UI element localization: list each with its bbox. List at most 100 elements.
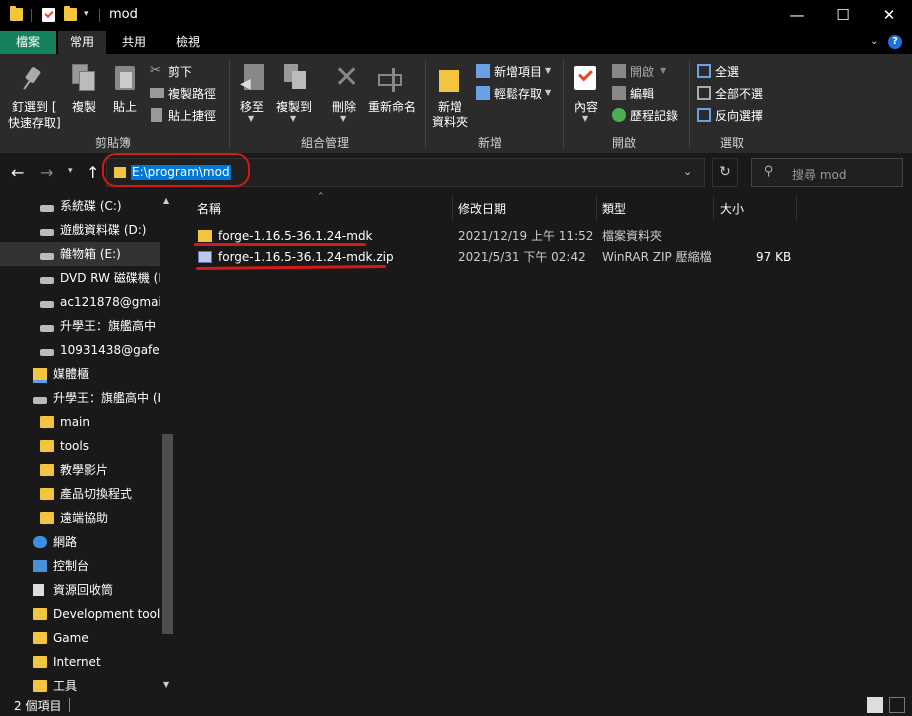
column-date[interactable]: 修改日期 [458, 200, 506, 217]
annotation-underline [194, 243, 366, 246]
sidebar-item-label: tools [60, 439, 89, 453]
tab-view[interactable]: 檢視 [164, 31, 212, 54]
chevron-down-icon: ▼ [290, 114, 297, 123]
recent-locations-icon[interactable]: ▾ [68, 166, 73, 176]
sidebar-item[interactable]: DVD RW 磁碟機 (F [0, 266, 160, 290]
ribbon-tabs: 檔案 常用 共用 檢視 ⌄ ? [0, 31, 912, 54]
sidebar-item[interactable]: Game [0, 626, 160, 650]
divider [563, 60, 564, 148]
divider [713, 196, 714, 220]
sidebar-item[interactable]: tools [0, 434, 160, 458]
easy-access-icon [476, 86, 490, 100]
scroll-up-icon[interactable]: ▲ [163, 196, 169, 205]
tab-file[interactable]: 檔案 [0, 31, 56, 54]
select-all-icon [697, 64, 711, 78]
scroll-down-icon[interactable]: ▼ [163, 680, 169, 689]
sidebar-item[interactable]: 資源回收筒 [0, 578, 160, 602]
sidebar-item-label: 工具 [53, 679, 78, 693]
sidebar-item-label: 10931438@gafe. [60, 343, 160, 357]
help-icon[interactable]: ? [888, 35, 902, 49]
invert-selection-icon [697, 108, 711, 122]
sidebar-item[interactable]: 遠端協助 [0, 506, 160, 530]
sidebar-item[interactable]: 控制台 [0, 554, 160, 578]
history-icon [612, 108, 626, 122]
folder-icon [33, 632, 47, 644]
sidebar-item[interactable]: 媒體櫃 [0, 362, 160, 386]
delete-icon: ✕ [334, 60, 360, 95]
chevron-down-icon: ▼ [660, 66, 667, 75]
minimize-button[interactable]: — [774, 0, 820, 31]
drive-icon [40, 325, 54, 332]
folder-icon [40, 512, 54, 524]
pin-icon [22, 66, 46, 94]
folder-icon [40, 488, 54, 500]
folder-icon [198, 230, 212, 242]
sidebar-item-label: 遠端協助 [60, 511, 109, 525]
paste-label: 貼上 [113, 100, 138, 114]
sidebar-item[interactable]: main [0, 410, 160, 434]
tab-home[interactable]: 常用 [58, 31, 106, 54]
details-view-icon[interactable] [867, 697, 883, 713]
column-name[interactable]: 名稱 [197, 200, 221, 217]
sidebar-item[interactable]: 工具 [0, 674, 160, 694]
sidebar-item[interactable]: 10931438@gafe. [0, 338, 160, 362]
forward-icon[interactable]: → [40, 163, 53, 182]
column-type[interactable]: 類型 [602, 200, 626, 217]
sidebar-item[interactable]: Internet [0, 650, 160, 674]
chevron-down-icon[interactable]: ⌄ [683, 165, 692, 178]
sidebar-item[interactable]: 升學王：旗艦高中 (I [0, 386, 160, 410]
sidebar-item-label: main [60, 415, 90, 429]
back-icon[interactable]: ← [11, 163, 24, 182]
sidebar-item[interactable]: 升學王：旗艦高中 [0, 314, 160, 338]
divider [69, 698, 70, 712]
sidebar-item[interactable]: 產品切換程式 [0, 482, 160, 506]
sidebar-item[interactable]: 系統碟 (C:) [0, 194, 160, 218]
annotation-circle [102, 153, 250, 187]
close-button[interactable]: ✕ [866, 0, 912, 31]
select-group-label: 選取 [719, 136, 744, 150]
sidebar-item[interactable]: 雜物箱 (E:) [0, 242, 160, 266]
new-folder-icon[interactable] [64, 6, 77, 21]
select-all-label: 全選 [715, 65, 740, 79]
open-group-label: 開啟 [611, 136, 636, 150]
file-row[interactable]: forge-1.16.5-36.1.24-mdk.zip 2021/5/31 下午… [190, 247, 810, 267]
open-icon [612, 64, 626, 78]
divider [229, 60, 230, 148]
large-icons-view-icon[interactable] [889, 697, 905, 713]
drive-icon [40, 253, 54, 260]
sidebar-item-label: 控制台 [53, 559, 90, 573]
tab-share[interactable]: 共用 [110, 31, 158, 54]
sidebar-item[interactable]: Development tool [0, 602, 160, 626]
navigation-pane-scrollbar[interactable]: ▲ ▼ [160, 194, 175, 694]
new-item-label: 新增項目 [494, 65, 543, 79]
folder-icon [33, 656, 47, 668]
pin-label-1: 釘選到 [ [12, 100, 57, 114]
sidebar-item[interactable]: 教學影片 [0, 458, 160, 482]
history-label: 歷程記錄 [630, 109, 679, 123]
column-size[interactable]: 大小 [720, 200, 744, 217]
refresh-icon[interactable]: ↻ [712, 158, 738, 187]
customize-quick-access-icon[interactable]: ▾ [84, 9, 89, 19]
folder-icon [10, 6, 23, 21]
maximize-button[interactable]: ☐ [820, 0, 866, 31]
sidebar-item-label: DVD RW 磁碟機 (F [60, 271, 160, 285]
sidebar-item-label: 升學王：旗艦高中 [60, 319, 157, 333]
sidebar-item[interactable]: 遊戲資料碟 (D:) [0, 218, 160, 242]
sidebar-item[interactable]: ac121878@gmail [0, 290, 160, 314]
scrollbar-thumb[interactable] [162, 434, 173, 634]
file-size: 97 KB [756, 250, 792, 264]
folder-icon [40, 464, 54, 476]
edit-icon [612, 86, 626, 100]
properties-icon[interactable] [42, 8, 55, 22]
drive-icon [40, 205, 54, 212]
recycle-bin-icon [33, 584, 44, 596]
sidebar-item[interactable]: 網路 [0, 530, 160, 554]
scissors-icon: ✂ [150, 63, 161, 78]
sidebar-item-label: ac121878@gmail [60, 295, 160, 309]
up-icon[interactable]: ↑ [86, 163, 99, 182]
new-item-icon [476, 64, 490, 78]
sort-up-icon: ⌃ [317, 192, 325, 202]
collapse-ribbon-icon[interactable]: ⌄ [870, 36, 878, 47]
search-input[interactable]: ⚲ 搜尋 mod [751, 158, 903, 187]
paste-shortcut-label: 貼上捷徑 [168, 109, 217, 123]
